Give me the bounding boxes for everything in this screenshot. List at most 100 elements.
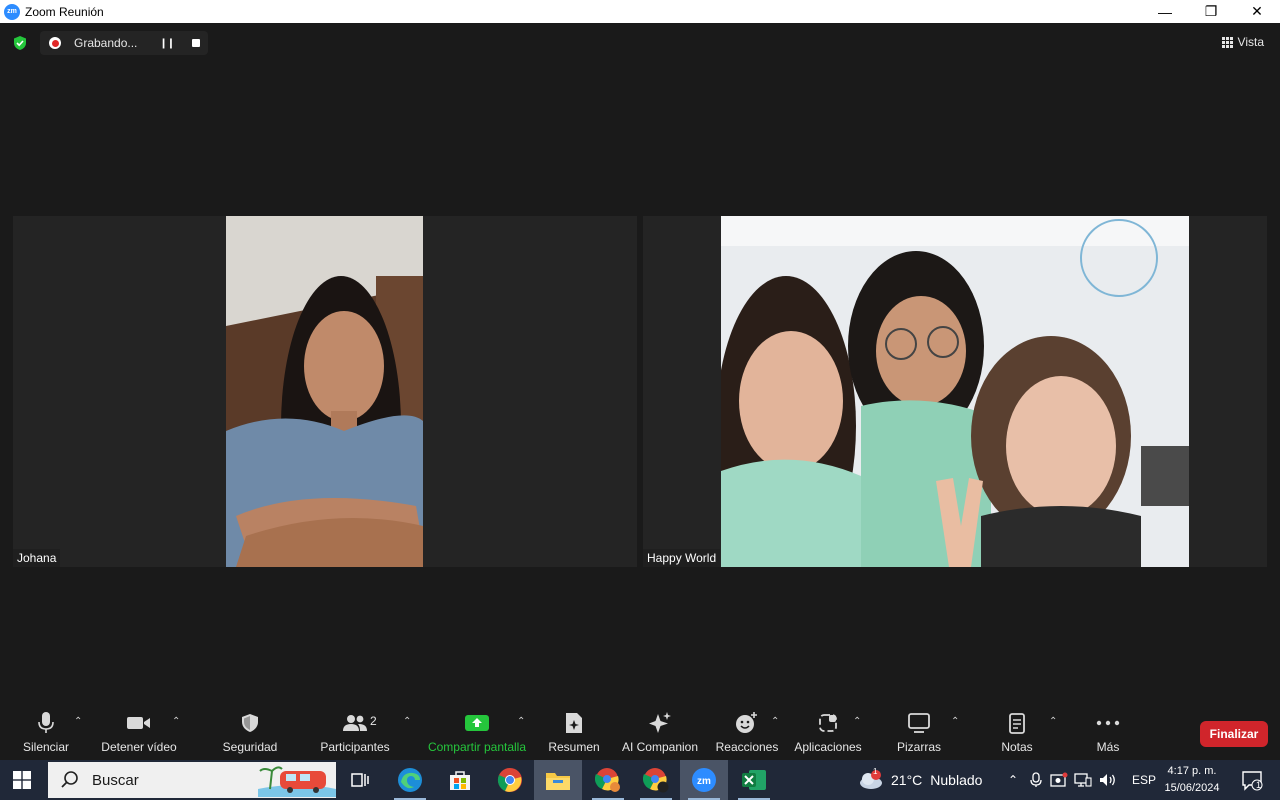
view-label: Vista [1237, 35, 1264, 49]
view-button[interactable]: Vista [1221, 35, 1264, 49]
share-screen-label: Compartir pantalla [427, 740, 527, 754]
system-clock[interactable]: 4:17 p. m. 15/06/2024 [1156, 763, 1228, 797]
notes-label: Notas [1001, 740, 1033, 754]
reactions-button[interactable]: Reacciones [714, 705, 780, 760]
search-label: Buscar [92, 771, 139, 789]
mute-options-chevron-icon[interactable]: ⌃ [74, 716, 82, 727]
reactions-label: Reacciones [715, 740, 779, 754]
participants-button[interactable]: Participantes [318, 705, 392, 760]
excel-icon[interactable] [730, 760, 778, 800]
whiteboards-button[interactable]: Pizarras [892, 705, 946, 760]
notes-button[interactable]: Notas [996, 705, 1038, 760]
more-label: Más [1096, 740, 1120, 754]
summary-document-icon [564, 710, 584, 736]
notification-count: 1 [1256, 780, 1262, 790]
participant-tile[interactable]: Happy World [643, 216, 1267, 567]
windows-taskbar: Buscar zm 1 21°C Nublado ⌃ ESP 4:17 p. m… [0, 760, 1280, 800]
window-controls: — ❐ ✕ [1142, 0, 1280, 23]
task-view-icon[interactable] [336, 760, 384, 800]
apps-icon [818, 710, 838, 736]
chrome-incognito-icon[interactable] [632, 760, 680, 800]
search-icon [61, 771, 78, 788]
notes-icon [1008, 710, 1026, 736]
meeting-controls: Silenciar ⌃ Detener vídeo ⌃ Seguridad Pa… [0, 705, 1280, 760]
encryption-shield-icon[interactable] [12, 35, 28, 51]
summary-label: Resumen [548, 740, 600, 754]
zoom-taskbar-icon[interactable]: zm [680, 760, 728, 800]
recording-dot-icon [49, 37, 61, 49]
file-explorer-icon[interactable] [534, 760, 582, 800]
more-dots-icon [1096, 710, 1120, 736]
cloudy-weather-icon [860, 770, 882, 789]
mute-button[interactable]: Silenciar [18, 705, 74, 760]
share-screen-button[interactable]: Compartir pantalla [426, 705, 528, 760]
participant-name: Johana [13, 549, 61, 567]
search-highlight-illustration [258, 763, 336, 797]
restore-button[interactable]: ❐ [1188, 0, 1234, 23]
apps-options-chevron-icon[interactable]: ⌃ [853, 716, 861, 727]
weather-temperature: 21°C [891, 772, 923, 788]
show-hidden-icons-chevron-icon[interactable]: ⌃ [1004, 773, 1022, 787]
network-icon[interactable] [1074, 772, 1092, 788]
clock-time: 4:17 p. m. [1167, 765, 1217, 777]
clock-date: 15/06/2024 [1164, 782, 1220, 794]
mute-label: Silenciar [22, 740, 70, 754]
apps-button[interactable]: Aplicaciones [792, 705, 864, 760]
recording-label: Grabando... [74, 36, 138, 50]
participants-count: 2 [370, 714, 377, 728]
weather-condition: Nublado [930, 772, 983, 788]
end-meeting-button[interactable]: Finalizar [1200, 721, 1268, 747]
chrome-icon[interactable] [486, 760, 534, 800]
volume-icon[interactable] [1098, 772, 1118, 788]
whiteboards-options-chevron-icon[interactable]: ⌃ [951, 716, 959, 727]
participant-tile[interactable]: Johana [13, 216, 637, 567]
security-shield-icon [241, 710, 259, 736]
microsoft-store-icon[interactable] [436, 760, 484, 800]
close-button[interactable]: ✕ [1234, 0, 1280, 23]
ai-companion-button[interactable]: AI Companion [618, 705, 702, 760]
share-options-chevron-icon[interactable]: ⌃ [517, 716, 525, 727]
zoom-app-icon: zm [4, 3, 20, 20]
security-label: Seguridad [222, 740, 278, 754]
taskbar-search-box[interactable]: Buscar [48, 762, 336, 798]
apps-label: Aplicaciones [794, 740, 862, 754]
security-button[interactable]: Seguridad [218, 705, 282, 760]
participants-options-chevron-icon[interactable]: ⌃ [403, 716, 411, 727]
pause-recording-icon[interactable]: ❙❙ [159, 38, 175, 49]
meeting-area: Grabando... ❙❙ Vista Johana Happy World [0, 23, 1280, 705]
input-language-indicator[interactable]: ESP [1132, 773, 1156, 787]
share-screen-icon [464, 710, 490, 736]
notes-options-chevron-icon[interactable]: ⌃ [1049, 716, 1057, 727]
ai-sparkle-icon [648, 710, 672, 736]
recording-indicator: Grabando... ❙❙ [40, 31, 208, 55]
whiteboards-label: Pizarras [896, 740, 941, 754]
participant-name: Happy World [643, 549, 721, 567]
reactions-options-chevron-icon[interactable]: ⌃ [771, 716, 779, 727]
microphone-tray-icon[interactable] [1028, 772, 1044, 788]
meet-now-icon[interactable] [1050, 772, 1068, 788]
windows-start-icon[interactable] [12, 770, 32, 790]
minimize-button[interactable]: — [1142, 0, 1188, 23]
notification-center-icon[interactable]: 1 [1232, 760, 1272, 800]
stop-recording-icon[interactable] [192, 39, 201, 47]
chrome-profile-icon[interactable] [584, 760, 632, 800]
video-camera-icon [126, 710, 152, 736]
edge-browser-icon[interactable] [386, 760, 434, 800]
summary-button[interactable]: Resumen [546, 705, 602, 760]
participants-label: Participantes [320, 740, 390, 754]
participant-video [721, 216, 1189, 567]
stop-video-label: Detener vídeo [101, 740, 177, 754]
meeting-topbar: Grabando... ❙❙ Vista [0, 23, 1280, 63]
stop-video-button[interactable]: Detener vídeo [98, 705, 180, 760]
reactions-smiley-icon [735, 710, 759, 736]
ai-companion-label: AI Companion [621, 740, 699, 754]
weather-widget[interactable]: 1 21°C Nublado [858, 760, 982, 800]
window-titlebar: zm Zoom Reunión — ❐ ✕ [0, 0, 1280, 23]
participant-video [226, 216, 423, 567]
grid-view-icon [1221, 36, 1233, 48]
more-button[interactable]: Más [1088, 705, 1128, 760]
window-title: Zoom Reunión [25, 4, 104, 19]
svg-text:zm: zm [697, 776, 711, 787]
weather-badge: 1 [873, 767, 878, 776]
video-options-chevron-icon[interactable]: ⌃ [172, 716, 180, 727]
